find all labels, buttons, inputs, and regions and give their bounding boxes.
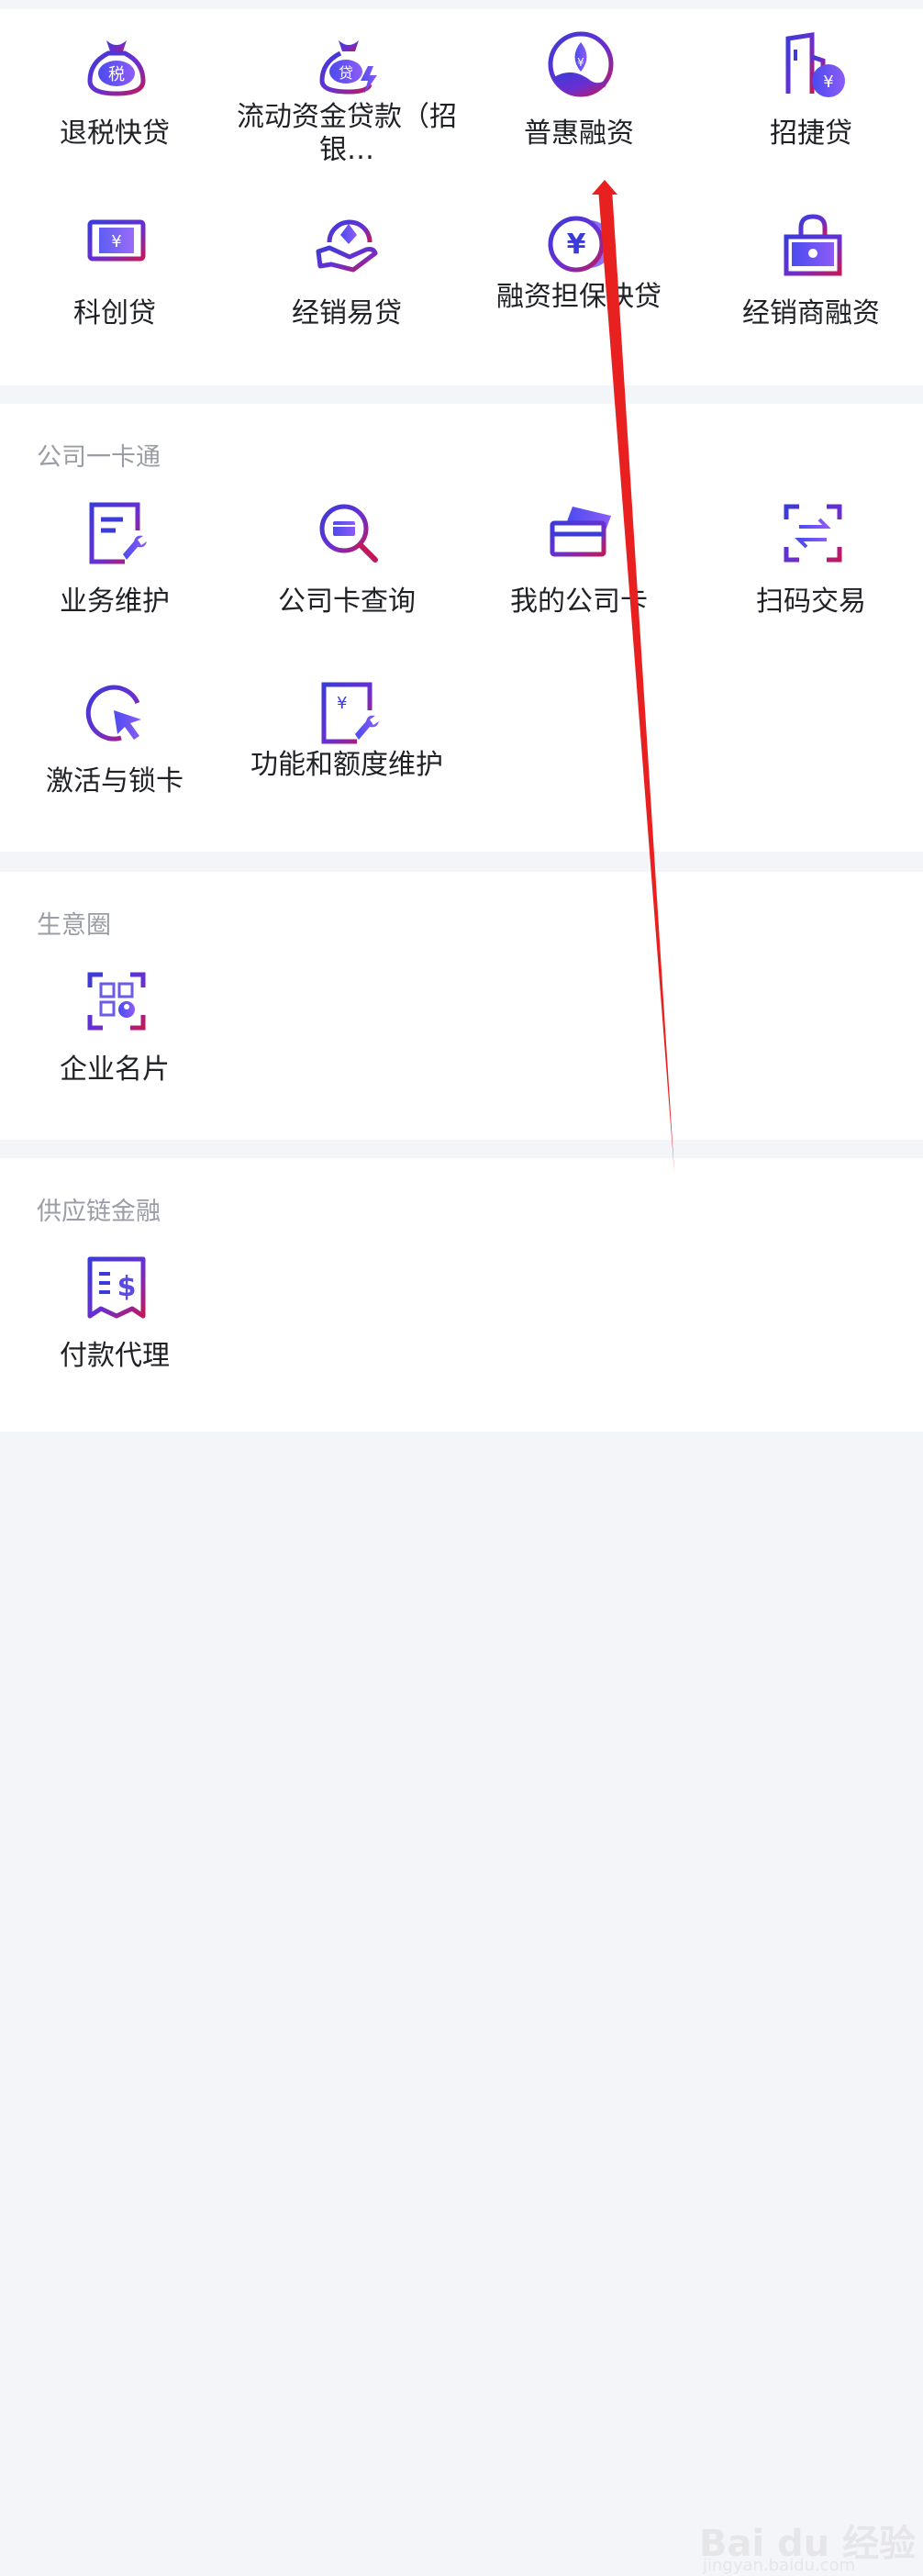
loan-label: 融资担保快贷 [496, 281, 662, 313]
svg-text:¥: ¥ [567, 229, 586, 261]
loan-item-zhaojie[interactable]: ¥ 招捷贷 [696, 9, 923, 184]
card-label: 公司卡查询 [278, 585, 416, 618]
svg-text:贷: 贷 [339, 64, 353, 82]
loan-item-tech[interactable]: ¥ 科创贷 [0, 189, 229, 363]
plant-coin-icon: ¥ [545, 29, 617, 101]
supply-label: 付款代理 [60, 1340, 170, 1372]
card-label: 我的公司卡 [510, 585, 648, 618]
loan-label: 招捷贷 [770, 117, 852, 150]
svg-text:$: $ [117, 1271, 137, 1303]
loan-label: 退税快贷 [60, 117, 170, 150]
loan-label: 经销易贷 [292, 297, 402, 329]
loan-label: 科创贷 [73, 297, 156, 329]
loans-section: 税 退税快贷 贷 流动资金贷款（招银… ¥ 普惠融资 ¥ 招捷贷 ¥ 科创贷 经… [0, 9, 923, 385]
section-title: 供应链金融 [37, 1198, 161, 1226]
loan-item-dealer-finance[interactable]: 经销商融资 [696, 189, 923, 363]
biz-label: 企业名片 [60, 1054, 170, 1086]
yuan-coin-icon: ¥ [545, 209, 617, 281]
loan-item-tax[interactable]: 税 退税快贷 [0, 9, 229, 184]
supply-item-payment-agent[interactable]: $ 付款代理 [0, 1232, 229, 1406]
card-item-activate-lock[interactable]: 激活与锁卡 [0, 657, 229, 831]
company-card-section: 公司一卡通 业务维护 公司卡查询 我的公司卡 扫码交易 激活与锁卡 ¥ 功能和额… [0, 404, 923, 852]
hand-diamond-icon [313, 209, 384, 281]
yuan-doc-wrench-icon: ¥ [313, 677, 384, 749]
card-label: 扫码交易 [756, 585, 866, 618]
section-title: 生意圈 [37, 911, 111, 940]
baidu-watermark: Bai du 经验 jingyan.baidu.com [699, 2503, 916, 2576]
card-label: 功能和额度维护 [250, 749, 443, 781]
loan-label: 经销商融资 [742, 297, 880, 329]
card-item-maintenance[interactable]: 业务维护 [0, 477, 229, 652]
qr-card-icon [81, 965, 152, 1037]
svg-text:¥: ¥ [337, 694, 347, 713]
document-wrench-icon [81, 497, 152, 569]
svg-text:¥: ¥ [577, 56, 584, 69]
svg-text:税: 税 [108, 65, 125, 84]
svg-text:¥: ¥ [111, 232, 121, 251]
cursor-circle-icon [81, 677, 152, 749]
biz-item-card[interactable]: 企业名片 [0, 945, 229, 1120]
business-circle-section: 生意圈 企业名片 [0, 872, 923, 1140]
receipt-dollar-icon: $ [81, 1252, 152, 1323]
cards-icon [545, 497, 617, 569]
loan-item-working-capital[interactable]: 贷 流动资金贷款（招银… [232, 9, 462, 184]
loan-item-inclusive[interactable]: ¥ 普惠融资 [464, 9, 694, 184]
loan-label: 流动资金贷款（招银… [237, 101, 457, 166]
svg-text:¥: ¥ [823, 72, 833, 92]
scan-exchange-icon [777, 497, 849, 569]
card-item-scan-trade[interactable]: 扫码交易 [696, 477, 923, 652]
tax-bag-icon: 税 [81, 29, 152, 101]
card-item-query[interactable]: 公司卡查询 [232, 477, 462, 652]
section-title: 公司一卡通 [37, 443, 161, 472]
loan-bag-icon: 贷 [313, 29, 384, 101]
card-item-my-cards[interactable]: 我的公司卡 [464, 477, 694, 652]
building-coin-icon: ¥ [777, 29, 849, 101]
loan-item-guarantee[interactable]: ¥ 融资担保快贷 [464, 189, 694, 363]
loan-item-dealer-easy[interactable]: 经销易贷 [232, 189, 462, 363]
supply-chain-section: 供应链金融 $ 付款代理 Bai du 经验 jingyan.baidu.com [0, 1158, 923, 2575]
monitor-yuan-icon: ¥ [81, 209, 152, 281]
card-label: 业务维护 [60, 585, 170, 618]
card-search-icon [313, 497, 384, 569]
card-item-limit-maintenance[interactable]: ¥ 功能和额度维护 [232, 657, 462, 831]
card-label: 激活与锁卡 [46, 765, 183, 797]
watermark-url: jingyan.baidu.com [703, 2556, 856, 2575]
loan-label: 普惠融资 [524, 117, 634, 150]
lock-bag-icon [777, 209, 849, 281]
